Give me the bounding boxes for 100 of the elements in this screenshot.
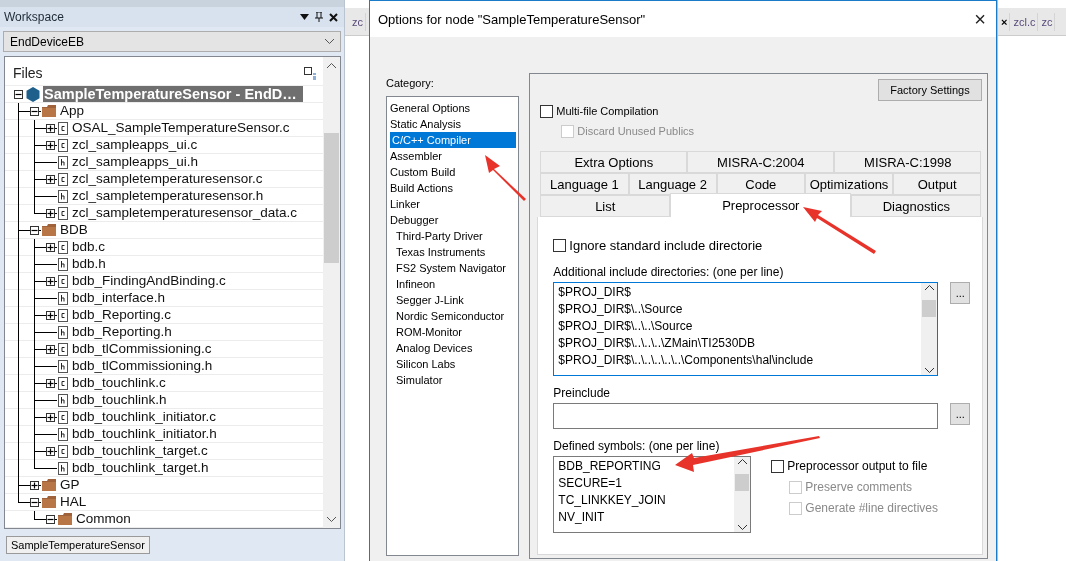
category-item[interactable]: Debugger: [388, 212, 517, 228]
expand-icon[interactable]: [45, 174, 55, 184]
tree-item[interactable]: bdb_touchlink_target.h: [5, 460, 323, 477]
tree-item[interactable]: HAL: [5, 494, 323, 511]
browse-button[interactable]: ...: [950, 282, 971, 304]
editor-tab[interactable]: zc: [350, 12, 366, 31]
expand-icon[interactable]: [45, 208, 55, 218]
chevron-up-icon[interactable]: [924, 285, 934, 290]
chevron-up-icon[interactable]: [327, 63, 336, 68]
close-icon[interactable]: [329, 12, 338, 22]
tab[interactable]: List: [540, 195, 671, 217]
tab[interactable]: MISRA-C:2004: [687, 151, 835, 173]
category-item[interactable]: Infineon: [388, 276, 517, 292]
category-item[interactable]: Texas Instruments: [388, 244, 517, 260]
include-directories-field[interactable]: $PROJ_DIR$ $PROJ_DIR$\..\Source $PROJ_DIR$\..\..\Source $PROJ_DIR$\..\..\..\ZMain\TI2530DB $PROJ_DIR$\..\..\..\..\..\Components\hal\include: [553, 282, 939, 376]
checkbox[interactable]: [771, 459, 785, 473]
tab[interactable]: Language 2: [628, 173, 717, 195]
tree-item[interactable]: bdb.h: [5, 256, 323, 273]
expand-icon[interactable]: [45, 412, 55, 422]
tree-item[interactable]: Common: [5, 511, 323, 528]
category-item[interactable]: Simulator: [388, 372, 517, 388]
expand-icon[interactable]: [45, 242, 55, 252]
tree-item[interactable]: bdb_touchlink_initiator.c: [5, 409, 323, 426]
configuration-dropdown[interactable]: EndDeviceEB: [3, 31, 341, 52]
tree-item[interactable]: zcl_sampleapps_ui.c: [5, 137, 323, 154]
category-item[interactable]: Static Analysis: [388, 116, 517, 132]
defined-symbols-field[interactable]: BDB_REPORTING SECURE=1 TC_LINKKEY_JOIN NV_INIT: [553, 456, 752, 533]
expand-icon[interactable]: [45, 344, 55, 354]
collapse-icon[interactable]: [13, 89, 23, 99]
tree-item[interactable]: GP: [5, 477, 323, 494]
expand-icon[interactable]: [45, 123, 55, 133]
category-item[interactable]: Silicon Labs: [388, 356, 517, 372]
chevron-down-icon[interactable]: [737, 525, 747, 530]
tab[interactable]: Diagnostics: [851, 195, 982, 217]
scrollbar-thumb[interactable]: [735, 474, 750, 491]
browse-button[interactable]: ...: [950, 403, 971, 425]
tab[interactable]: MISRA-C:1998: [834, 151, 982, 173]
editor-tab[interactable]: zcl.c: [1011, 12, 1039, 31]
tree-item[interactable]: App: [5, 103, 323, 120]
dropdown-icon[interactable]: [300, 14, 309, 20]
collapse-icon[interactable]: [45, 514, 55, 524]
tree-item[interactable]: OSAL_SampleTemperatureSensor.c: [5, 120, 323, 137]
tree-item[interactable]: bdb_touchlink_target.c: [5, 443, 323, 460]
category-item[interactable]: ROM-Monitor: [388, 324, 517, 340]
collapse-icon[interactable]: [29, 106, 39, 116]
chevron-down-icon[interactable]: [327, 517, 336, 522]
checkbox[interactable]: [553, 238, 567, 252]
expand-icon[interactable]: [45, 140, 55, 150]
category-item[interactable]: Analog Devices: [388, 340, 517, 356]
expand-icon[interactable]: [29, 480, 39, 490]
chevron-down-icon[interactable]: [924, 368, 934, 373]
expand-icon[interactable]: [45, 378, 55, 388]
close-tab-button[interactable]: ×: [999, 12, 1011, 31]
tab[interactable]: Preprocessor: [670, 193, 852, 217]
preinclude-field[interactable]: [553, 403, 939, 429]
tree-item[interactable]: zcl_sampletemperaturesensor_data.c: [5, 205, 323, 222]
tab[interactable]: Extra Options: [540, 151, 688, 173]
category-item[interactable]: Build Actions: [388, 180, 517, 196]
category-item[interactable]: FS2 System Navigator: [388, 260, 517, 276]
tree-item[interactable]: zcl_sampletemperaturesensor.h: [5, 188, 323, 205]
checkbox[interactable]: [540, 104, 554, 118]
category-item[interactable]: General Options: [388, 100, 517, 116]
tree-item[interactable]: zcl_sampleapps_ui.h: [5, 154, 323, 171]
tree-item[interactable]: bdb_touchlink_initiator.h: [5, 426, 323, 443]
scrollbar[interactable]: [323, 57, 340, 528]
pin-icon[interactable]: [315, 12, 323, 22]
chevron-up-icon[interactable]: [737, 459, 747, 464]
category-item[interactable]: C/C++ Compiler: [390, 132, 517, 148]
tree-item[interactable]: BDB: [5, 222, 323, 239]
tab[interactable]: Output: [893, 173, 982, 195]
tree-item[interactable]: bdb_interface.h: [5, 290, 323, 307]
tree-item[interactable]: bdb_Reporting.h: [5, 324, 323, 341]
category-item[interactable]: Linker: [388, 196, 517, 212]
expand-icon[interactable]: [45, 446, 55, 456]
grid-icon[interactable]: [304, 66, 317, 80]
expand-icon[interactable]: [45, 276, 55, 286]
editor-tab[interactable]: zc: [1039, 12, 1056, 31]
tree-item[interactable]: bdb_FindingAndBinding.c: [5, 273, 323, 290]
close-button[interactable]: ×: [972, 7, 988, 31]
category-item[interactable]: Segger J-Link: [388, 292, 517, 308]
factory-settings-button[interactable]: Factory Settings: [878, 79, 982, 101]
category-item[interactable]: Custom Build: [388, 164, 517, 180]
tab[interactable]: Language 1: [540, 173, 629, 195]
tree-item[interactable]: bdb_tlCommissioning.c: [5, 341, 323, 358]
tree-item[interactable]: bdb_Reporting.c: [5, 307, 323, 324]
tab[interactable]: Optimizations: [804, 173, 894, 195]
category-item[interactable]: Nordic Semiconductor: [388, 308, 517, 324]
tree-item[interactable]: bdb_tlCommissioning.h: [5, 358, 323, 375]
expand-icon[interactable]: [45, 310, 55, 320]
tree-item[interactable]: bdb_touchlink.c: [5, 375, 323, 392]
tree-item[interactable]: bdb_touchlink.h: [5, 392, 323, 409]
category-item[interactable]: Third-Party Driver: [388, 228, 517, 244]
category-item[interactable]: Assembler: [388, 148, 517, 164]
scrollbar-thumb[interactable]: [324, 132, 339, 263]
scrollbar-thumb[interactable]: [922, 300, 937, 317]
collapse-icon[interactable]: [29, 225, 39, 235]
tree-item[interactable]: bdb.c: [5, 239, 323, 256]
tree-item[interactable]: zcl_sampletemperaturesensor.c: [5, 171, 323, 188]
collapse-icon[interactable]: [29, 497, 39, 507]
workspace-tab[interactable]: SampleTemperatureSensor: [6, 536, 150, 554]
